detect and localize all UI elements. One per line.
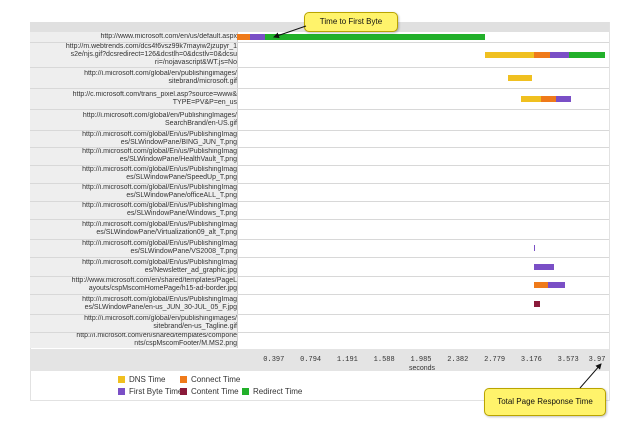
request-url-label: http://i.microsoft.com/global/En/us/Publ… xyxy=(32,166,237,182)
request-url-label: http://i.microsoft.com/global/en/Publish… xyxy=(32,112,237,128)
bar-first-byte xyxy=(533,263,554,270)
axis-tick-label: 3.97 xyxy=(588,356,606,364)
bar-dns xyxy=(520,95,542,102)
request-url-line: http://i.microsoft.com/global/en/Publish… xyxy=(82,111,237,119)
request-url-line: http://i.microsoft.com/global/en/publish… xyxy=(84,315,237,322)
request-url-line: http://i.microsoft.com/global/En/us/Publ… xyxy=(82,258,237,266)
legend-item-content: Content Time xyxy=(180,387,239,396)
axis-title: seconds xyxy=(408,365,436,372)
legend-label-content: Content Time xyxy=(191,387,239,396)
request-url-label: http://i.microsoft.com/global/en/publish… xyxy=(32,315,237,331)
legend-swatch-first-byte xyxy=(118,388,125,395)
bar-dns xyxy=(485,51,534,58)
axis-tick-label: 1.588 xyxy=(373,356,395,364)
request-url-label: http://c.microsoft.com/trans_pixel.asp?s… xyxy=(32,91,237,107)
request-url-line: ri=/nojavascript&WT.js=No xyxy=(154,58,237,66)
axis-tick-label: 3.573 xyxy=(557,356,579,364)
axis-tick-label: 2.382 xyxy=(447,356,469,364)
request-url-label: http://i.microsoft.com/global/En/us/Publ… xyxy=(32,240,237,256)
axis-tick-label: 3.176 xyxy=(520,356,542,364)
waterfall-chart xyxy=(237,32,608,348)
bar-connect xyxy=(237,34,250,40)
request-url-line: http://www.microsoft.com/en/shared/templ… xyxy=(71,277,237,284)
legend-label-connect: Connect Time xyxy=(191,375,241,384)
request-url-line: http://i.microsoft.com/global/En/us/Publ… xyxy=(82,240,237,247)
request-url-line: es/SLWindowPane/Windows_T.png xyxy=(127,210,237,217)
legend-item-redirect: Redirect Time xyxy=(242,387,302,396)
legend-label-first-byte: First Byte Time xyxy=(129,387,183,396)
request-url-line: http://i.microsoft.com/global/en/publish… xyxy=(84,69,237,77)
legend-label-redirect: Redirect Time xyxy=(253,387,303,396)
request-url-line: es/SLWindowPane/HealthVault_T.png xyxy=(119,156,237,163)
bar-connect xyxy=(533,282,549,288)
request-url-label: http://i.microsoft.com/global/En/us/Publ… xyxy=(32,259,237,275)
axis-tick-label: 1.191 xyxy=(336,356,358,364)
callout-total-page-response-time: Total Page Response Time xyxy=(484,388,606,416)
request-url-label: http://i.microsoft.com/global/En/us/Publ… xyxy=(32,202,237,218)
request-url-line: es/SLWindowPane/BING_JUN_T.png xyxy=(120,138,237,146)
bar-first-byte xyxy=(249,34,265,40)
request-url-label: http://i.microsoft.com/global/En/us/Publ… xyxy=(32,184,237,200)
bar-redirect xyxy=(264,34,486,40)
request-url-line: http://i.microsoft.com/global/En/us/Publ… xyxy=(82,202,237,209)
request-url-label: http://i.microsoft.com/global/en/publish… xyxy=(32,70,237,86)
request-url-line: http://i.microsoft.com/en/shared/templat… xyxy=(76,332,237,339)
request-url-line: sitebrand/en-us_Tagline.gif xyxy=(153,323,237,330)
request-url-line: http://i.microsoft.com/global/En/us/Publ… xyxy=(82,166,237,173)
request-url-line: http://c.microsoft.com/trans_pixel.asp?s… xyxy=(72,90,237,98)
request-url-label: http://www.microsoft.com/en/us/default.a… xyxy=(32,33,237,41)
bar-first-byte xyxy=(548,282,566,288)
request-url-line: sitebrand/microsoft.gif xyxy=(168,77,237,85)
legend-item-dns: DNS Time xyxy=(118,375,165,384)
bar-first-byte xyxy=(550,51,569,58)
request-url-line: http://i.microsoft.com/global/En/us/Publ… xyxy=(82,296,237,303)
request-url-line: ayouts/cspMscomHomePage/h15-ad-border.jp… xyxy=(88,285,237,292)
callout-time-to-first-byte: Time to First Byte xyxy=(304,12,398,32)
request-url-line: http://www.microsoft.com/en/us/default.a… xyxy=(100,33,237,40)
bar-connect xyxy=(533,51,551,58)
legend-item-first-byte: First Byte Time xyxy=(118,387,182,396)
request-url-line: http://i.microsoft.com/global/En/us/Publ… xyxy=(82,130,237,138)
request-url-label: http://i.microsoft.com/global/En/us/Publ… xyxy=(32,221,237,237)
legend-swatch-content xyxy=(180,388,187,395)
request-url-line: nts/cspMscomFooter/M.MS2.png xyxy=(134,340,237,347)
bar-first-byte xyxy=(555,95,571,102)
request-url-line: TYPE=PV&P=en_us xyxy=(172,98,237,106)
request-url-line: es/Newsletter_ad_graphic.jpg xyxy=(144,266,237,274)
request-url-line: http://m.webtrends.com/dcs4f6vsz99k7mayi… xyxy=(65,42,237,50)
request-url-label: http://i.microsoft.com/global/En/us/Publ… xyxy=(32,131,237,147)
legend-swatch-dns xyxy=(118,376,125,383)
request-url-line: es/SLWindowPane/VS2008_T.png xyxy=(130,248,238,255)
request-url-label: http://i.microsoft.com/global/En/us/Publ… xyxy=(32,148,237,164)
axis-tick-label: 0.397 xyxy=(263,356,285,364)
legend-label-dns: DNS Time xyxy=(129,375,166,384)
legend-swatch-redirect xyxy=(242,388,249,395)
bar-redirect xyxy=(568,51,605,58)
bar-dns xyxy=(507,74,532,81)
request-url-line: http://i.microsoft.com/global/En/us/Publ… xyxy=(82,221,237,228)
request-url-label: http://i.microsoft.com/en/shared/templat… xyxy=(32,332,237,348)
request-url-line: es/SLWindowPane/SpeedUp_T.png xyxy=(126,174,237,181)
request-url-line: http://i.microsoft.com/global/En/us/Publ… xyxy=(82,184,237,191)
axis-tick-label: 1.985 xyxy=(410,356,432,364)
request-url-line: es/SLWindowPane/en-us_JUN_30-JUL_05_F.jp… xyxy=(84,304,237,311)
request-url-line: s2e/njs.gif?dcsredirect=126&dcstlh=0&dcs… xyxy=(70,50,237,58)
bar-connect xyxy=(541,95,556,102)
request-url-line: es/SLWindowPane/officeALL_T.png xyxy=(126,192,237,199)
request-url-line: SearchBrand/en-US.gif xyxy=(165,119,237,127)
request-url-label: http://m.webtrends.com/dcs4f6vsz99k7mayi… xyxy=(32,43,237,67)
axis-tick-label: 2.779 xyxy=(484,356,506,364)
request-url-line: http://i.microsoft.com/global/En/us/Publ… xyxy=(82,148,237,155)
legend-item-connect: Connect Time xyxy=(180,375,240,384)
request-url-label: http://www.microsoft.com/en/shared/templ… xyxy=(32,277,237,293)
bar-first-byte xyxy=(533,245,536,251)
request-url-label: http://i.microsoft.com/global/En/us/Publ… xyxy=(32,296,237,312)
axis-tick-label: 0.794 xyxy=(300,356,322,364)
legend-swatch-connect xyxy=(180,376,187,383)
bar-content xyxy=(533,301,541,307)
request-url-line: es/SLWindowPane/Virtualization09_alt_T.p… xyxy=(96,229,237,236)
